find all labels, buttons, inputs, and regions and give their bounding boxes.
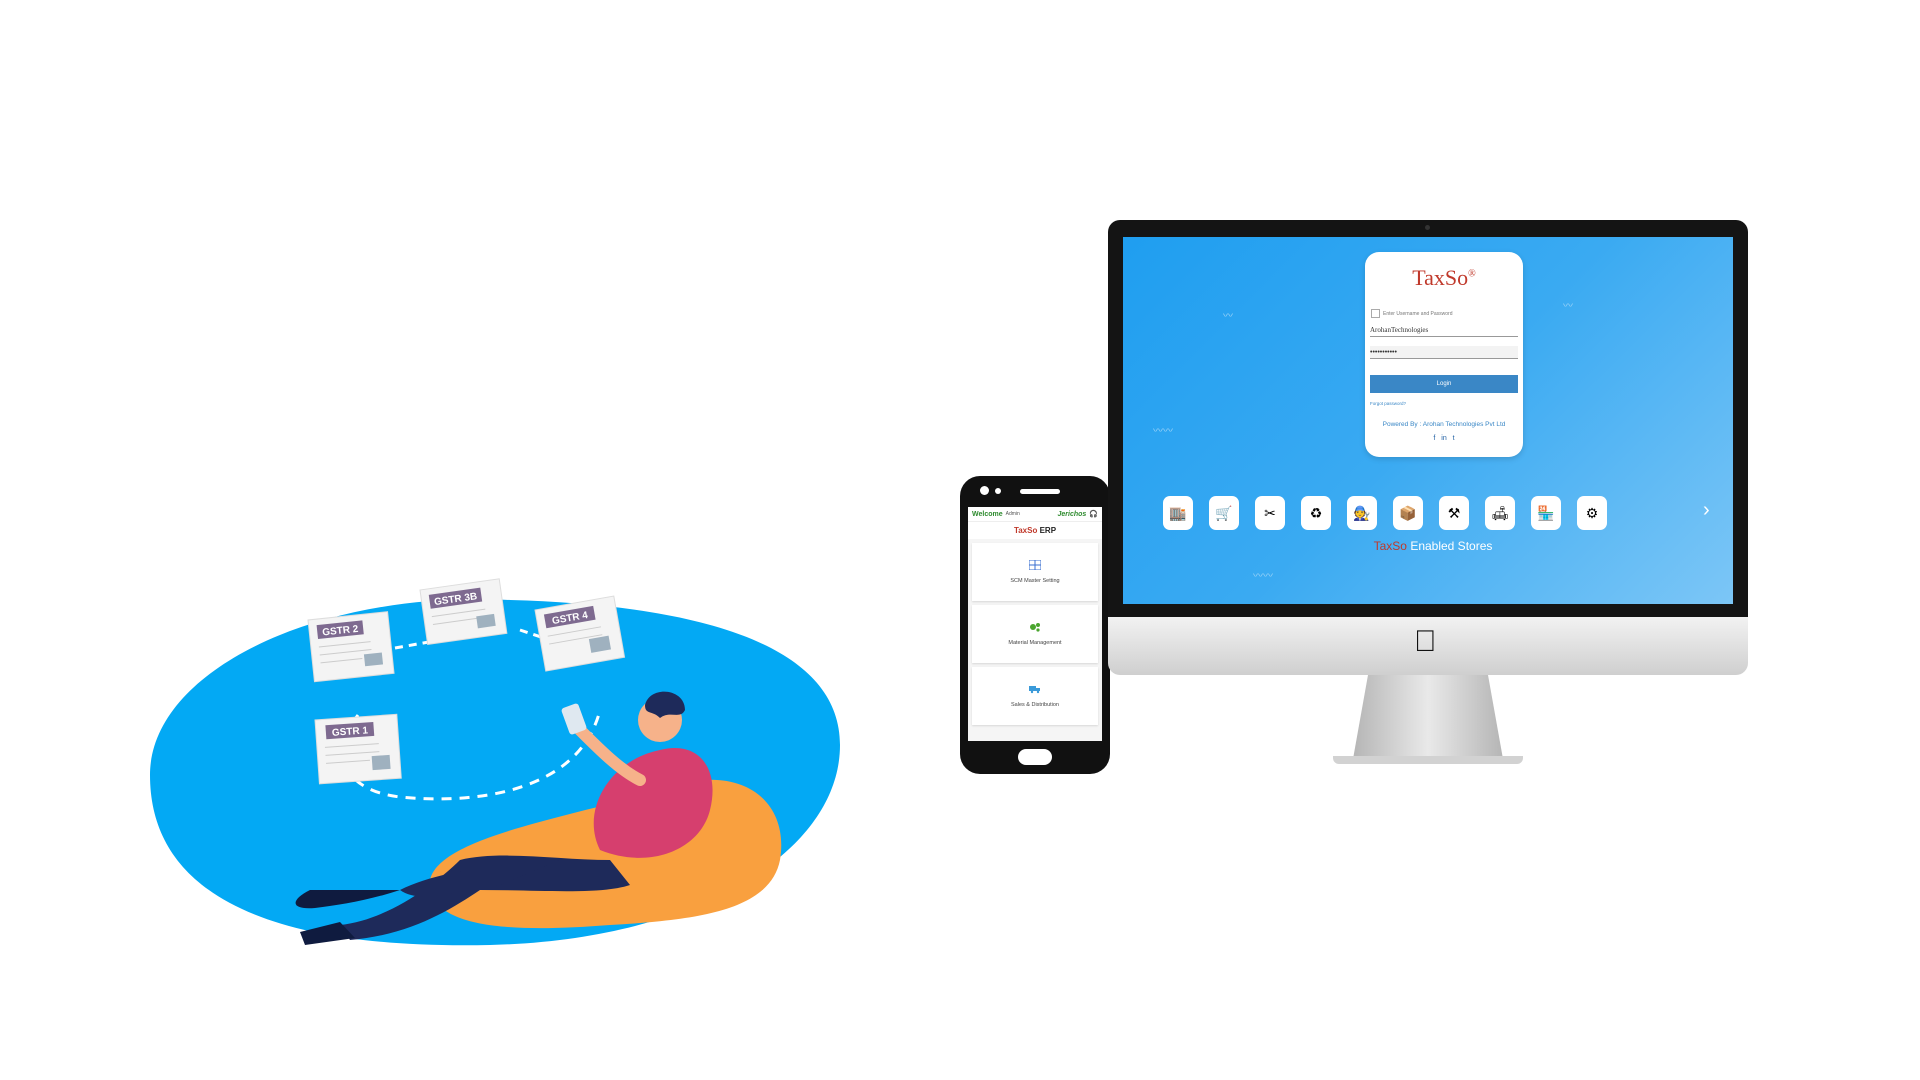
admin-text: Admin	[1005, 511, 1020, 517]
form-gstr3b: GSTR 3B	[419, 578, 508, 646]
store-tools-icon[interactable]: ✂	[1255, 496, 1285, 530]
phone-camera	[980, 486, 989, 495]
gst-illustration: GSTR 2 GSTR 3B GSTR 4 GSTR 1	[140, 560, 860, 980]
store-shop-icon[interactable]: 🏪	[1531, 496, 1561, 530]
desktop-monitor: 〰 〰〰 〰 〰〰 TaxSo® Enter Username and Pass…	[1108, 220, 1748, 780]
store-recycle-icon[interactable]: ♻	[1301, 496, 1331, 530]
phone-screen: Welcome Admin Jerichos 🎧 TaxSo ERP SCM M…	[968, 507, 1102, 741]
phone-sensor	[995, 488, 1001, 494]
store-cart-icon[interactable]: 🛒	[1209, 496, 1239, 530]
wave-decoration: 〰	[1223, 311, 1233, 322]
form-gstr2: GSTR 2	[307, 611, 395, 683]
wave-decoration: 〰〰	[1153, 426, 1173, 437]
monitor-bezel: 〰 〰〰 〰 〰〰 TaxSo® Enter Username and Pass…	[1108, 220, 1748, 617]
store-gear-icon[interactable]: ⚙	[1577, 496, 1607, 530]
phone-device: Welcome Admin Jerichos 🎧 TaxSo ERP SCM M…	[960, 476, 1110, 774]
store-box-icon[interactable]: 📦	[1393, 496, 1423, 530]
card-material-management[interactable]: Material Management	[972, 605, 1098, 663]
user-icon	[1371, 309, 1380, 318]
truck-icon	[1029, 686, 1040, 694]
monitor-stand	[1353, 675, 1503, 759]
store-hardware-icon[interactable]: ⚒	[1439, 496, 1469, 530]
monitor-base	[1333, 756, 1523, 764]
card-label: Sales & Distribution	[1011, 702, 1059, 708]
monitor-chin: 	[1108, 617, 1748, 675]
monitor-screen: 〰 〰〰 〰 〰〰 TaxSo® Enter Username and Pass…	[1123, 237, 1733, 604]
store-mall-icon[interactable]: 🏬	[1163, 496, 1193, 530]
app-title: TaxSo ERP	[968, 522, 1102, 539]
card-scm-master-setting[interactable]: SCM Master Setting	[972, 543, 1098, 601]
enabled-stores-label: TaxSo Enabled Stores	[1373, 539, 1493, 553]
linkedin-icon[interactable]: in	[1441, 435, 1446, 442]
wave-decoration: 〰〰	[1253, 571, 1273, 582]
welcome-text: Welcome	[972, 510, 1003, 518]
monitor-camera	[1425, 225, 1430, 230]
card-sales-distribution[interactable]: Sales & Distribution	[972, 667, 1098, 725]
apple-logo-icon: 	[1414, 627, 1437, 657]
username-input[interactable]	[1370, 324, 1518, 337]
twitter-icon[interactable]: t	[1453, 435, 1455, 442]
powered-by-text: Powered By : Arohan Technologies Pvt Ltd	[1382, 421, 1506, 428]
home-button[interactable]	[1018, 749, 1052, 765]
store-icons-row: 🏬 🛒 ✂ ♻ 🧑‍🔧 📦 ⚒ 🛋 🏪 ⚙	[1163, 496, 1607, 530]
forgot-password-link[interactable]: Forgot password?	[1370, 401, 1406, 406]
login-button[interactable]: Login	[1370, 375, 1518, 393]
form-gstr1: GSTR 1	[314, 713, 402, 785]
next-arrow-icon[interactable]: ›	[1703, 499, 1710, 522]
phone-speaker	[1020, 489, 1060, 494]
form-gstr4: GSTR 4	[534, 595, 626, 672]
password-input[interactable]	[1370, 346, 1518, 359]
headset-icon[interactable]: 🎧	[1089, 510, 1098, 518]
card-label: Material Management	[1008, 640, 1062, 646]
login-prompt: Enter Username and Password	[1371, 309, 1452, 318]
taxso-logo: TaxSo®	[1412, 265, 1476, 290]
brand-logo: Jerichos	[1057, 510, 1087, 518]
facebook-icon[interactable]: f	[1433, 435, 1435, 442]
grid-icon	[1029, 560, 1041, 570]
social-links: f in t	[1365, 435, 1523, 442]
phone-header: Welcome Admin Jerichos 🎧	[968, 507, 1102, 522]
store-furniture-icon[interactable]: 🛋	[1485, 496, 1515, 530]
gears-icon	[1030, 623, 1040, 632]
login-card: TaxSo® Enter Username and Password Login…	[1365, 252, 1523, 457]
store-worker-icon[interactable]: 🧑‍🔧	[1347, 496, 1377, 530]
wave-decoration: 〰	[1563, 301, 1573, 312]
card-label: SCM Master Setting	[1010, 578, 1060, 584]
